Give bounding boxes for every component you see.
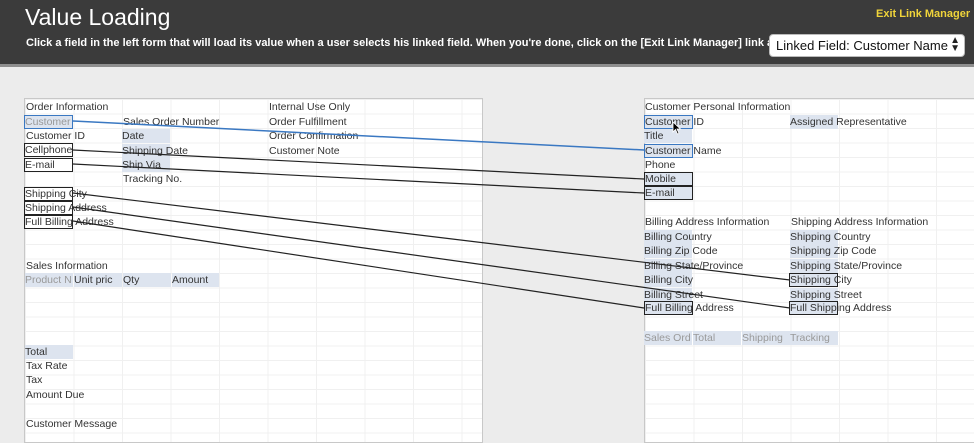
internal-use-label: Internal Use Only: [269, 101, 351, 113]
shipping-state-field[interactable]: Shipping State/Province: [790, 259, 902, 273]
ship-via-field[interactable]: Ship Via: [122, 158, 170, 172]
assigned-representative-field[interactable]: Assigned Representative: [790, 115, 907, 129]
billing-country-field[interactable]: Billing Country: [644, 230, 712, 244]
cellphone-field[interactable]: Cellphone: [24, 143, 73, 157]
total-field[interactable]: Total: [25, 345, 73, 359]
shipping-country-field[interactable]: Shipping Country: [790, 230, 871, 244]
date-field[interactable]: Date: [122, 129, 170, 143]
title-field[interactable]: Title: [644, 129, 692, 143]
tracking-no-field[interactable]: Tracking No.: [123, 172, 182, 186]
customer-field[interactable]: Customer: [24, 115, 73, 129]
order-confirmation-field[interactable]: Order Confirmation: [269, 129, 358, 143]
shipping-address-label: Shipping Address Information: [791, 216, 929, 228]
email-linked-field[interactable]: E-mail: [644, 186, 693, 200]
linked-field-value: Linked Field: Customer Name: [776, 38, 948, 53]
header-divider: [0, 64, 974, 67]
billing-city-field[interactable]: Billing City: [644, 273, 693, 287]
billing-zip-field[interactable]: Billing Zip Code: [644, 244, 718, 258]
col-qty-header: Qty: [123, 273, 171, 287]
mobile-linked-field[interactable]: Mobile: [644, 172, 693, 186]
shipping-address-field[interactable]: Shipping Address: [24, 201, 107, 215]
instructions-text: Click a field in the left form that will…: [26, 37, 771, 49]
phone-field[interactable]: Phone: [645, 158, 675, 172]
shipping-date-field[interactable]: Shipping Date: [122, 144, 188, 158]
billing-street-field[interactable]: Billing Street: [644, 288, 703, 302]
shipping-zip-field[interactable]: Shipping Zip Code: [790, 244, 876, 258]
full-billing-address-linked-field[interactable]: Full Billing Address: [644, 301, 734, 315]
exit-link-manager-link[interactable]: Exit Link Manager: [876, 8, 970, 20]
col-unit-price-header: Unit pric: [74, 273, 122, 287]
tax-rate-field[interactable]: Tax Rate: [26, 359, 67, 373]
customer-message-field[interactable]: Customer Message: [26, 417, 117, 431]
customer-id-field[interactable]: Customer ID: [26, 129, 85, 143]
full-billing-address-field[interactable]: Full Billing Address: [24, 215, 114, 229]
page-title: Value Loading: [25, 4, 171, 30]
col-sales-ord-header: Sales Ord: [644, 331, 692, 345]
shipping-city-field[interactable]: Shipping City: [24, 187, 87, 201]
col-total-header: Total: [693, 331, 741, 345]
email-field[interactable]: E-mail: [24, 158, 73, 172]
mouse-cursor-icon: [672, 121, 682, 135]
billing-address-label: Billing Address Information: [645, 216, 770, 228]
customer-personal-info-label: Customer Personal Information: [645, 101, 791, 113]
linked-field-select[interactable]: Linked Field: Customer Name ▲ ▼: [769, 34, 965, 57]
customer-id-linked-field[interactable]: Customer ID: [644, 115, 704, 129]
shipping-city-linked-field[interactable]: Shipping City: [789, 273, 852, 287]
amount-due-field[interactable]: Amount Due: [26, 388, 84, 402]
sales-order-number-field[interactable]: Sales Order Number: [123, 115, 219, 129]
order-info-label: Order Information: [26, 101, 109, 113]
col-tracking-header: Tracking: [790, 331, 838, 345]
sales-info-label: Sales Information: [26, 260, 108, 272]
col-product-header: Product N: [25, 273, 73, 287]
customer-name-linked-field[interactable]: Customer Name: [644, 144, 721, 158]
shipping-street-field[interactable]: Shipping Street: [790, 288, 862, 302]
order-fulfillment-field[interactable]: Order Fulfillment: [269, 115, 347, 129]
col-amount-header: Amount: [172, 273, 219, 287]
billing-state-field[interactable]: Billing State/Province: [644, 259, 743, 273]
customer-note-field[interactable]: Customer Note: [269, 144, 340, 158]
col-shipping-header: Shipping: [742, 331, 790, 345]
select-arrows-icon: ▲ ▼: [950, 35, 960, 54]
tax-field[interactable]: Tax: [26, 373, 42, 387]
full-shipping-address-linked-field[interactable]: Full Shipping Address: [789, 301, 892, 315]
